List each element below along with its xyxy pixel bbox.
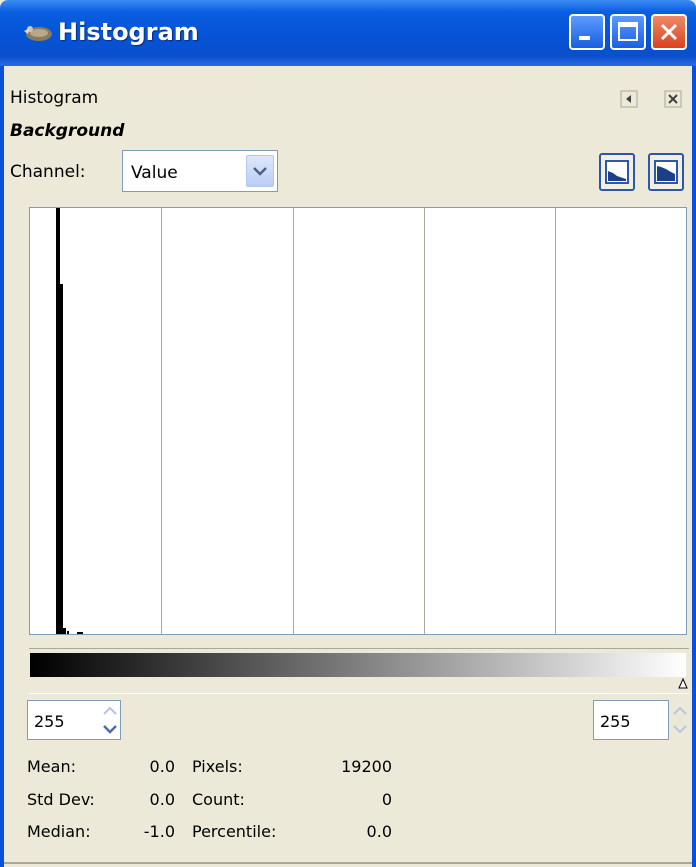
mean-label: Mean: xyxy=(27,757,76,776)
range-end-value: 255 xyxy=(600,712,631,731)
histogram-bar xyxy=(67,631,69,634)
status-divider xyxy=(4,862,692,864)
close-icon xyxy=(660,23,678,41)
range-end-spinner[interactable] xyxy=(669,700,691,740)
count-value: 0 xyxy=(381,790,392,809)
pixels-label: Pixels: xyxy=(192,757,243,776)
histogram-bar xyxy=(60,284,63,634)
linear-histogram-icon xyxy=(605,160,629,184)
tab-menu-arrow-icon[interactable] xyxy=(620,90,638,108)
histogram-plot xyxy=(56,208,556,634)
spin-down-icon[interactable] xyxy=(103,725,117,734)
range-start-spinner[interactable] xyxy=(99,700,121,740)
channel-label: Channel: xyxy=(10,162,86,182)
spin-down-icon[interactable] xyxy=(673,725,687,734)
spin-up-icon[interactable] xyxy=(103,706,117,715)
percentile-value: 0.0 xyxy=(366,822,392,841)
pixels-value: 19200 xyxy=(341,757,392,776)
layer-name: Background xyxy=(10,121,125,141)
value-gradient-bar[interactable] xyxy=(29,648,689,694)
channel-dropdown-button[interactable] xyxy=(246,155,274,187)
spin-up-icon[interactable] xyxy=(673,706,687,715)
range-start-value: 255 xyxy=(34,712,65,731)
channel-value: Value xyxy=(131,163,178,183)
logarithmic-histogram-icon xyxy=(654,160,678,184)
window-frame-right xyxy=(692,66,696,867)
window-titlebar[interactable]: Histogram xyxy=(0,0,696,66)
minimize-button[interactable] xyxy=(569,14,605,50)
median-value: -1.0 xyxy=(143,822,175,841)
range-end-input[interactable]: 255 xyxy=(593,700,669,740)
dock-tab-title: Histogram xyxy=(10,88,99,108)
histogram-bar xyxy=(56,208,60,634)
std-dev-label: Std Dev: xyxy=(27,790,95,809)
maximize-icon xyxy=(618,22,638,41)
histogram-view[interactable] xyxy=(29,207,687,635)
range-marker-icon[interactable] xyxy=(678,677,688,689)
chevron-down-icon xyxy=(253,167,267,176)
minimize-icon xyxy=(579,36,590,40)
count-label: Count: xyxy=(192,790,245,809)
histogram-bar xyxy=(77,632,83,634)
linear-histogram-button[interactable] xyxy=(599,153,635,191)
gimp-wilber-icon xyxy=(24,26,52,41)
logarithmic-histogram-button[interactable] xyxy=(648,153,684,191)
close-dock-icon[interactable] xyxy=(664,90,682,108)
gradient-strip xyxy=(30,653,686,677)
close-button[interactable] xyxy=(651,14,687,50)
maximize-button[interactable] xyxy=(610,14,646,50)
histogram-bar xyxy=(63,628,66,634)
percentile-label: Percentile: xyxy=(192,822,277,841)
window-title: Histogram xyxy=(58,18,199,46)
window-frame-left xyxy=(0,66,4,867)
std-dev-value: 0.0 xyxy=(149,790,175,809)
median-label: Median: xyxy=(27,822,91,841)
mean-value: 0.0 xyxy=(149,757,175,776)
channel-select[interactable]: Value xyxy=(122,150,278,192)
